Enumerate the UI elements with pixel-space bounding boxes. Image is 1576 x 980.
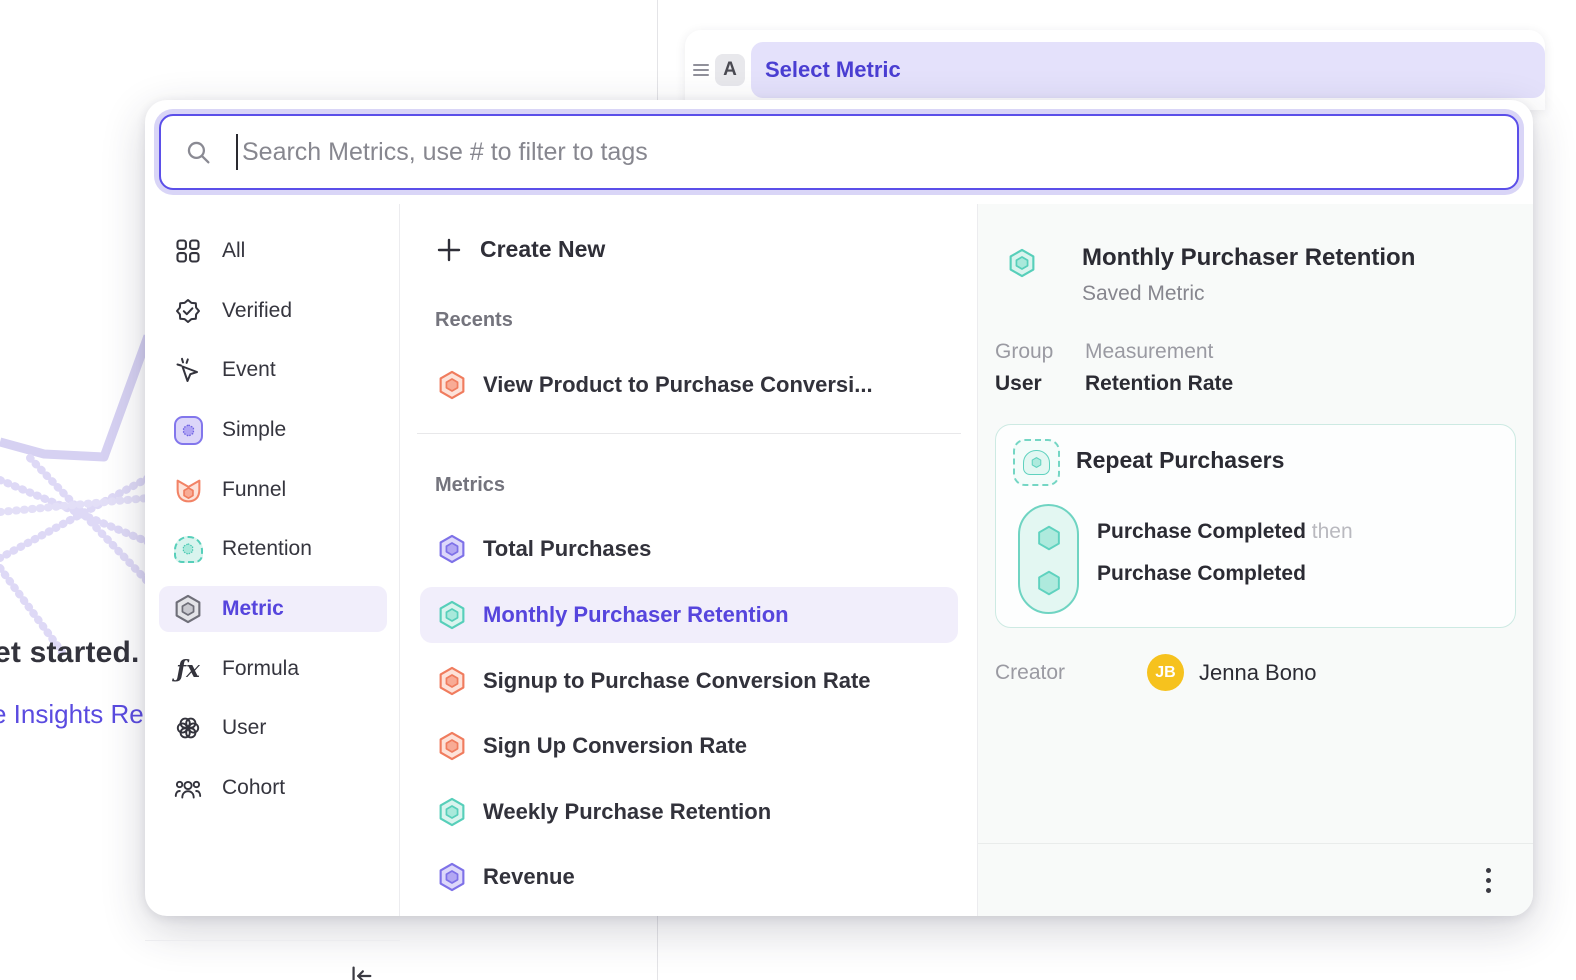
metric-hexagon-icon (173, 594, 203, 624)
sidebar-item-label: Retention (222, 537, 312, 561)
select-metric-pill[interactable]: Select Metric (751, 42, 1545, 98)
search-icon (185, 139, 212, 166)
metric-definition-card: Repeat Purchasers Purchase Completed the… (995, 424, 1516, 628)
cursor-sparkle-icon (173, 355, 203, 385)
group-value: User (995, 372, 1042, 396)
metric-hexagon-icon (437, 534, 467, 564)
definition-title: Repeat Purchasers (1076, 447, 1284, 474)
more-options-button[interactable] (1472, 862, 1504, 898)
metric-row[interactable]: Revenue (420, 854, 958, 900)
metric-type-icon (1007, 248, 1037, 278)
sidebar-item-label: Event (222, 358, 276, 382)
create-new-label: Create New (480, 236, 605, 263)
metric-row-label: Monthly Purchaser Retention (483, 602, 789, 628)
event-sequence-capsule (1018, 504, 1079, 614)
background-chart-illustration (0, 330, 150, 670)
collapse-sidebar-button[interactable] (343, 958, 379, 980)
background-link-fragment[interactable]: e Insights Re (0, 699, 144, 730)
sidebar-item-retention[interactable]: Retention (159, 526, 387, 572)
sidebar-item-label: Funnel (222, 478, 286, 502)
sidebar-item-label: Cohort (222, 776, 285, 800)
user-flower-icon (173, 713, 203, 743)
metric-row[interactable]: Total Purchases (420, 526, 958, 572)
creator-label: Creator (995, 661, 1065, 685)
funnel-metric-icon (437, 370, 467, 400)
cohort-people-icon (173, 773, 203, 803)
query-builder-row: A Select Metric (685, 30, 1545, 110)
formula-fx-icon: ƒx (173, 654, 203, 684)
sidebar-footer-divider (145, 940, 400, 941)
metrics-header: Metrics (435, 474, 505, 497)
event-hexagon-icon (1034, 568, 1064, 598)
list-section-divider (417, 433, 961, 434)
simple-hexagon-icon (173, 415, 203, 445)
retention-arch-icon (173, 534, 203, 564)
creator-avatar[interactable]: JB (1147, 654, 1184, 691)
then-connector: then (1312, 520, 1353, 543)
metric-row[interactable]: Signup to Purchase Conversion Rate (420, 658, 958, 704)
event-hexagon-icon (1034, 523, 1064, 553)
sidebar-item-label: Metric (222, 597, 284, 621)
sidebar-item-label: All (222, 239, 245, 263)
creator-name: Jenna Bono (1199, 660, 1316, 686)
search-input[interactable]: Search Metrics, use # to filter to tags (159, 114, 1519, 190)
grid-icon (173, 236, 203, 266)
select-metric-label: Select Metric (765, 57, 901, 83)
definition-step-1: Purchase Completed then (1097, 520, 1353, 544)
metric-row-label: Weekly Purchase Retention (483, 799, 771, 825)
collapse-left-icon (348, 963, 374, 980)
verified-badge-icon (173, 296, 203, 326)
sidebar-item-funnel[interactable]: Funnel (159, 467, 387, 513)
sidebar-item-label: Verified (222, 299, 292, 323)
sidebar-item-label: Simple (222, 418, 286, 442)
metric-row-label: Signup to Purchase Conversion Rate (483, 668, 871, 694)
funnel-metric-icon (437, 666, 467, 696)
plus-icon (436, 237, 462, 263)
sidebar-item-user[interactable]: User (159, 705, 387, 751)
sidebar-item-metric[interactable]: Metric (159, 586, 387, 632)
screen: et started. e Insights Re A Select Metri… (0, 0, 1576, 980)
sidebar-item-verified[interactable]: Verified (159, 288, 387, 334)
drag-handle-icon[interactable] (693, 64, 709, 76)
background-heading-fragment: et started. (0, 636, 140, 670)
sidebar-item-label: Formula (222, 657, 299, 681)
retention-metric-icon (437, 797, 467, 827)
metric-row-label: Revenue (483, 864, 575, 890)
sidebar-item-label: User (222, 716, 266, 740)
measurement-value: Retention Rate (1085, 372, 1233, 396)
create-new-button[interactable]: Create New (436, 236, 605, 263)
metric-list-panel: Create New Recents View Product to Purch… (400, 204, 978, 916)
metric-row-label: Total Purchases (483, 536, 651, 562)
group-label: Group (995, 340, 1053, 364)
sidebar-item-all[interactable]: All (159, 228, 387, 274)
metric-row[interactable]: Sign Up Conversion Rate (420, 723, 958, 769)
sidebar-item-formula[interactable]: ƒx Formula (159, 646, 387, 692)
definition-step-2: Purchase Completed (1097, 562, 1306, 586)
recent-metric-row[interactable]: View Product to Purchase Conversi... (420, 362, 958, 408)
retention-metric-icon (437, 600, 467, 630)
text-cursor (236, 134, 238, 170)
recents-header: Recents (435, 309, 513, 332)
detail-title: Monthly Purchaser Retention (1082, 244, 1415, 272)
sidebar-item-event[interactable]: Event (159, 347, 387, 393)
metric-row-label: View Product to Purchase Conversi... (483, 372, 873, 398)
metric-row-label: Sign Up Conversion Rate (483, 733, 747, 759)
sidebar-item-simple[interactable]: Simple (159, 407, 387, 453)
metric-hexagon-icon (437, 862, 467, 892)
search-placeholder: Search Metrics, use # to filter to tags (242, 138, 648, 167)
metric-detail-panel: Monthly Purchaser Retention Saved Metric… (978, 204, 1533, 916)
funnel-hexagon-icon (173, 475, 203, 505)
funnel-metric-icon (437, 731, 467, 761)
category-sidebar: All Verified (145, 204, 400, 916)
measurement-label: Measurement (1085, 340, 1213, 364)
series-letter-badge: A (715, 54, 745, 86)
detail-footer-divider (978, 843, 1533, 844)
detail-subtitle: Saved Metric (1082, 282, 1205, 306)
metric-row-selected[interactable]: Monthly Purchaser Retention (420, 587, 958, 643)
retention-definition-icon (1013, 439, 1060, 486)
sidebar-item-cohort[interactable]: Cohort (159, 765, 387, 811)
metric-row[interactable]: Weekly Purchase Retention (420, 789, 958, 835)
metric-picker-modal: Search Metrics, use # to filter to tags … (145, 100, 1533, 916)
